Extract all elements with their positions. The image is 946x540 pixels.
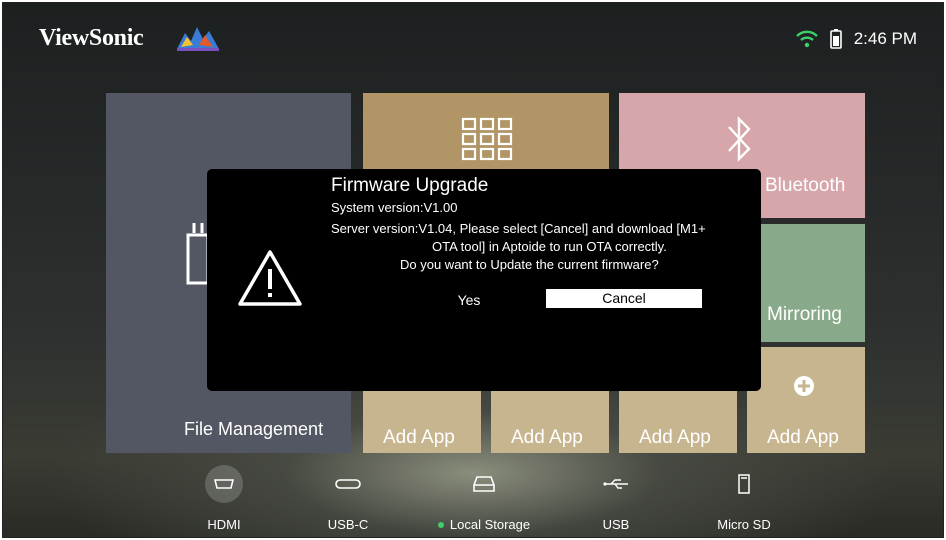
active-indicator-dot <box>437 521 444 528</box>
brand-logo: ViewSonic <box>39 25 144 51</box>
source-label: USB <box>602 517 630 532</box>
source-usb-c[interactable]: USB-C <box>303 461 393 532</box>
mirroring-label: Mirroring <box>767 304 842 325</box>
projector-home-screen: ViewSonic 2:46 PM File Management Blueto… <box>2 2 944 538</box>
add-app-label: Add App <box>639 427 711 448</box>
source-label: Micro SD <box>717 517 771 532</box>
grid-icon <box>461 117 513 161</box>
yes-button[interactable]: Yes <box>439 290 499 310</box>
bluetooth-icon <box>728 116 751 162</box>
source-usb[interactable]: USB <box>571 461 661 532</box>
warning-icon <box>238 250 302 306</box>
source-local-storage[interactable]: Local Storage <box>429 461 539 532</box>
dialog-title: Firmware Upgrade <box>331 175 489 196</box>
server-version-text: Server version:V1.04, Please select [Can… <box>331 221 706 236</box>
viewsonic-birds-icon <box>177 27 219 51</box>
cancel-button[interactable]: Cancel <box>546 289 702 308</box>
usb-c-icon <box>335 479 361 489</box>
source-label: HDMI <box>207 517 241 532</box>
local-storage-icon <box>473 476 495 492</box>
source-label: Local Storage <box>449 517 531 532</box>
wifi-icon <box>795 30 818 48</box>
source-hdmi[interactable]: HDMI <box>179 461 269 532</box>
add-app-tile-4[interactable]: Add App <box>747 347 865 453</box>
bluetooth-label: Bluetooth <box>765 175 846 196</box>
battery-icon <box>829 29 842 49</box>
add-app-label: Add App <box>511 427 583 448</box>
add-app-label: Add App <box>767 427 839 448</box>
input-source-bar: HDMI USB-C Local Storage USB Micro SD <box>3 461 943 537</box>
usb-icon <box>603 479 628 489</box>
source-micro-sd[interactable]: Micro SD <box>699 461 789 532</box>
system-version-text: System version:V1.00 <box>331 200 458 215</box>
source-label: USB-C <box>327 517 369 532</box>
firmware-upgrade-dialog: Firmware Upgrade System version:V1.00 Se… <box>207 169 761 391</box>
add-app-label: Add App <box>383 427 455 448</box>
plus-circle-icon <box>794 376 814 396</box>
status-bar: 2:46 PM <box>795 29 917 49</box>
update-question-text: Do you want to Update the current firmwa… <box>400 257 659 272</box>
file-management-label: File Management <box>184 419 324 439</box>
hdmi-icon <box>205 465 243 503</box>
micro-sd-icon <box>738 474 750 494</box>
server-version-text-2: OTA tool] in Aptoide to run OTA correctl… <box>432 239 667 254</box>
clock: 2:46 PM <box>853 29 917 48</box>
